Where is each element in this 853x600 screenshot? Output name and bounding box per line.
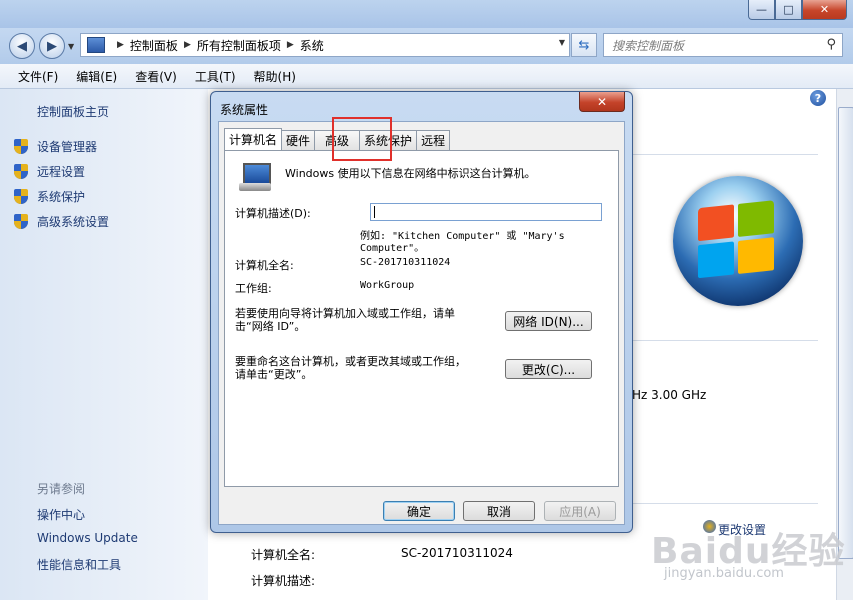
section-divider	[630, 503, 818, 504]
address-row: ◀ ▶ ▼ ▶ 控制面板 ▶ 所有控制面板项 ▶ 系统 ▼ ⇆ 搜索控制面板 ⚲	[0, 28, 853, 64]
windows-logo-icon	[673, 176, 803, 306]
title-bar: — □ ✕	[0, 0, 853, 28]
caption-buttons: — □ ✕	[748, 0, 847, 20]
sidebar: 控制面板主页 设备管理器 远程设置 系统保护 高级系统设置 另请参阅 操作中心 …	[0, 89, 208, 600]
fullname-value: SC-201710311024	[401, 546, 513, 560]
shield-icon	[14, 214, 28, 229]
ok-button[interactable]: 确定	[383, 501, 455, 521]
advanced-tab-highlight-box	[332, 117, 392, 161]
recent-pages-chevron-icon[interactable]: ▼	[68, 42, 74, 51]
forward-arrow-icon: ▶	[47, 38, 57, 54]
menu-file[interactable]: 文件(F)	[18, 68, 58, 85]
fullname-value: SC-201710311024	[360, 257, 451, 268]
cancel-button[interactable]: 取消	[463, 501, 535, 521]
control-panel-icon	[87, 37, 105, 53]
back-arrow-icon: ◀	[17, 38, 27, 54]
dialog-close-button[interactable]: ✕	[579, 92, 625, 112]
workgroup-value: WorkGroup	[360, 280, 415, 291]
tab-computer-name[interactable]: 计算机名	[224, 128, 283, 150]
sidebar-link-windows-update[interactable]: Windows Update	[37, 531, 138, 545]
breadcrumb-separator-icon[interactable]: ▶	[117, 40, 124, 50]
forward-button[interactable]: ▶	[39, 33, 65, 59]
fullname-label: 计算机全名:	[235, 259, 294, 272]
section-divider	[630, 154, 818, 155]
shield-icon	[14, 189, 28, 204]
processor-speed: Hz 3.00 GHz	[632, 388, 707, 402]
workgroup-label: 工作组:	[235, 282, 272, 295]
minimize-button[interactable]: —	[748, 0, 775, 20]
example-text-line2: Computer"。	[360, 243, 425, 254]
watermark-url: jingyan.baidu.com	[664, 566, 784, 581]
sidebar-link-action-center[interactable]: 操作中心	[37, 506, 85, 523]
section-divider	[630, 340, 818, 341]
menu-bar: 文件(F) 编辑(E) 查看(V) 工具(T) 帮助(H)	[0, 64, 853, 89]
close-button[interactable]: ✕	[802, 0, 847, 20]
dialog-title: 系统属性	[220, 103, 269, 117]
network-id-text-line2: 击“网络 ID”。	[235, 320, 306, 333]
dialog-body: 计算机名 硬件 高级 系统保护 远程 Windows 使用以下信息在网络中标识这…	[218, 121, 625, 525]
scrollbar-thumb[interactable]	[838, 107, 853, 559]
shield-icon	[14, 139, 28, 154]
sidebar-item-remote-settings[interactable]: 远程设置	[14, 163, 85, 180]
system-properties-dialog: 系统属性 ✕ 计算机名 硬件 高级 系统保护 远程 Windows 使用以下信息…	[210, 91, 633, 533]
breadcrumb-system[interactable]: 系统	[300, 37, 324, 54]
sidebar-item-label: 远程设置	[37, 165, 86, 179]
address-dropdown-icon[interactable]: ▼	[559, 38, 565, 47]
menu-tools[interactable]: 工具(T)	[195, 68, 236, 85]
breadcrumb-control-panel[interactable]: 控制面板	[130, 37, 178, 54]
tab-remote[interactable]: 远程	[416, 130, 451, 150]
sidebar-item-label: 系统保护	[37, 190, 86, 204]
shield-icon	[14, 164, 28, 179]
windows-flag-icon	[698, 200, 778, 282]
help-icon[interactable]: ?	[810, 90, 826, 106]
address-bar[interactable]: ▶ 控制面板 ▶ 所有控制面板项 ▶ 系统 ▼	[80, 33, 570, 57]
computer-name-panel: Windows 使用以下信息在网络中标识这台计算机。 计算机描述(D): 例如:…	[224, 150, 619, 487]
change-button[interactable]: 更改(C)...	[505, 359, 592, 379]
search-icon[interactable]: ⚲	[826, 37, 836, 52]
sidebar-item-device-manager[interactable]: 设备管理器	[14, 138, 97, 155]
menu-help[interactable]: 帮助(H)	[254, 68, 296, 85]
breadcrumb-separator-icon[interactable]: ▶	[287, 40, 294, 50]
search-box[interactable]: 搜索控制面板 ⚲	[603, 33, 843, 57]
search-placeholder: 搜索控制面板	[612, 38, 685, 53]
refresh-icon: ⇆	[578, 37, 590, 53]
apply-button[interactable]: 应用(A)	[544, 501, 616, 521]
sidebar-item-advanced-settings[interactable]: 高级系统设置	[14, 213, 109, 230]
see-also-heading: 另请参阅	[37, 482, 86, 496]
computer-icon	[239, 161, 271, 193]
network-id-button[interactable]: 网络 ID(N)...	[505, 311, 592, 331]
sidebar-item-label: 设备管理器	[37, 140, 98, 154]
control-panel-window: — □ ✕ ◀ ▶ ▼ ▶ 控制面板 ▶ 所有控制面板项 ▶ 系统 ▼ ⇆ 搜索…	[0, 0, 853, 600]
rename-text-line2: 请单击“更改”。	[235, 368, 313, 381]
breadcrumb-separator-icon[interactable]: ▶	[184, 40, 191, 50]
description-label: 计算机描述(D):	[235, 207, 311, 220]
tab-hardware[interactable]: 硬件	[281, 130, 316, 150]
menu-view[interactable]: 查看(V)	[135, 68, 177, 85]
refresh-button[interactable]: ⇆	[571, 33, 597, 57]
sidebar-item-system-protection[interactable]: 系统保护	[14, 188, 85, 205]
description-label: 计算机描述:	[251, 574, 316, 588]
sidebar-link-performance[interactable]: 性能信息和工具	[37, 556, 121, 573]
breadcrumb-all-items[interactable]: 所有控制面板项	[197, 37, 281, 54]
computer-description-input[interactable]	[370, 203, 602, 221]
text-caret	[374, 206, 375, 218]
sidebar-home-link[interactable]: 控制面板主页	[37, 103, 109, 120]
menu-edit[interactable]: 编辑(E)	[76, 68, 117, 85]
intro-text: Windows 使用以下信息在网络中标识这台计算机。	[285, 167, 536, 180]
maximize-button[interactable]: □	[775, 0, 802, 20]
back-button[interactable]: ◀	[9, 33, 35, 59]
sidebar-item-label: 高级系统设置	[37, 215, 110, 229]
fullname-label: 计算机全名:	[251, 548, 316, 562]
